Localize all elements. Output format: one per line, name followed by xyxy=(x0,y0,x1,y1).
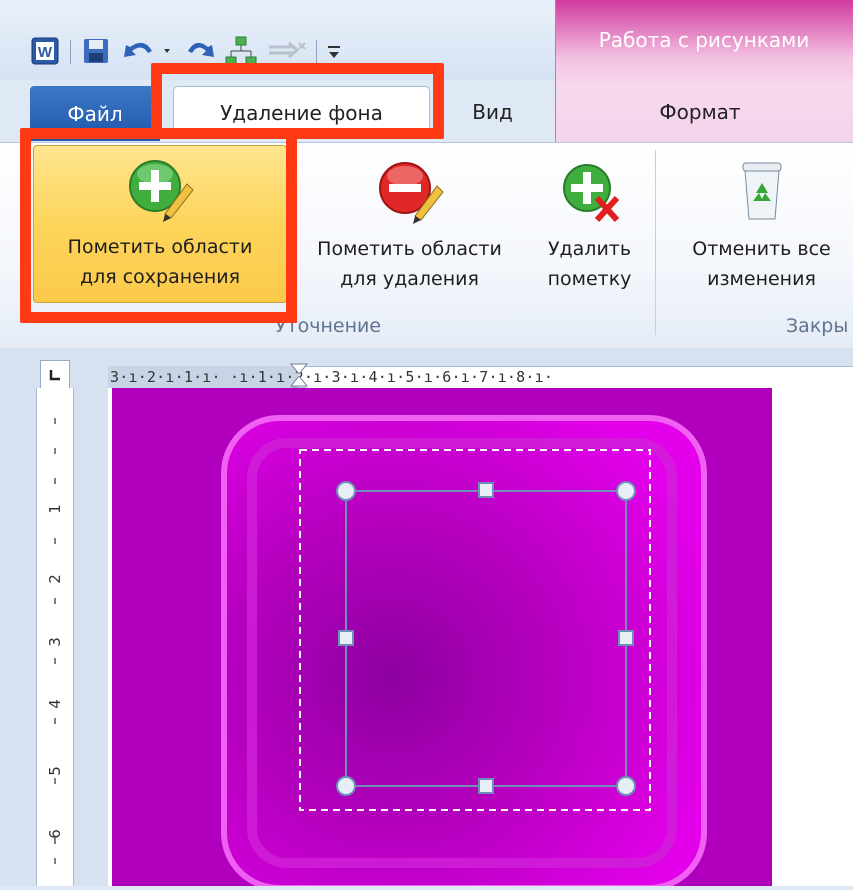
mark-remove-button[interactable]: Пометить области для удаления xyxy=(292,148,527,308)
customize-icon[interactable] xyxy=(322,36,346,66)
vruler-mark-1: 1 xyxy=(45,504,64,514)
plus-delete-icon xyxy=(559,148,621,234)
qat-separator xyxy=(70,40,71,64)
redo-icon[interactable] xyxy=(182,36,218,66)
vruler-mark-6: 6 xyxy=(45,829,64,839)
discard-all-button[interactable]: Отменить все изменения xyxy=(670,148,853,308)
highlight-button-box xyxy=(20,128,297,323)
tab-stop-icon xyxy=(49,370,60,381)
picture-background-removal[interactable] xyxy=(112,388,772,890)
delete-mark-button[interactable]: Удалить пометку xyxy=(532,148,647,308)
word-app-icon[interactable]: W xyxy=(30,36,60,66)
vruler-mark-4: 4 xyxy=(45,699,64,709)
discard-all-label-1: Отменить все xyxy=(692,238,831,260)
tab-view[interactable]: Вид xyxy=(440,86,545,138)
contextual-title: Работа с рисунками xyxy=(598,28,810,52)
tab-format[interactable]: Формат xyxy=(600,86,800,138)
mark-remove-label-2: для удаления xyxy=(340,268,479,290)
vruler-mark-5: 5 xyxy=(45,766,64,776)
undo-icon[interactable] xyxy=(120,36,180,66)
recycle-bin-icon xyxy=(737,148,787,234)
minus-pencil-icon xyxy=(375,148,445,234)
group-separator xyxy=(655,150,656,335)
ruler-numbers: 3·ı·2·ı·1·ı· ·ı·1·ı·2·ı·3·ı·4·ı·5·ı·6·ı·… xyxy=(110,368,554,386)
svg-text:W: W xyxy=(38,44,53,61)
mark-remove-label-1: Пометить области xyxy=(317,238,502,260)
vruler-mark-2: 2 xyxy=(45,574,64,584)
tab-selector-button[interactable] xyxy=(40,360,70,390)
hierarchy-icon[interactable] xyxy=(222,36,260,66)
discard-all-label-2: изменения xyxy=(707,268,816,290)
delete-mark-label-1: Удалить xyxy=(547,238,632,260)
save-icon[interactable] xyxy=(80,36,112,66)
group-close-label: Закры xyxy=(786,315,849,337)
vruler-mark-3: 3 xyxy=(45,637,64,647)
delete-mark-label-2: пометку xyxy=(547,268,632,290)
arrows-icon[interactable] xyxy=(266,36,308,66)
qat-separator xyxy=(316,40,317,64)
